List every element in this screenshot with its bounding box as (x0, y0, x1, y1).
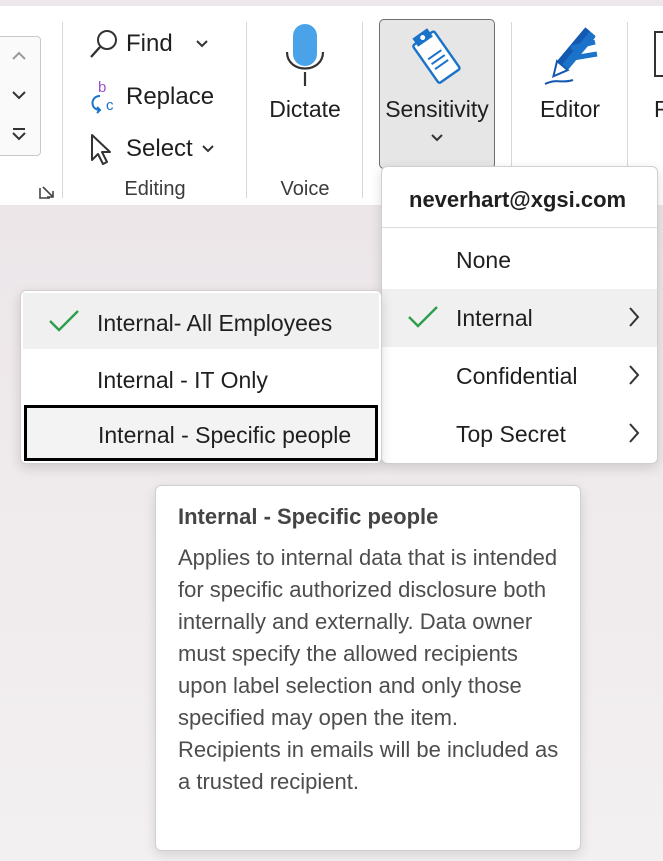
submenu-item-all-employees[interactable]: Internal- All Employees (23, 293, 379, 349)
chevron-up-icon (11, 51, 26, 60)
menu-item-label: Internal (456, 304, 533, 331)
sensitivity-button[interactable]: Sensitivity (379, 19, 495, 169)
cursor-arrow-icon (88, 132, 126, 166)
sensitivity-option-internal[interactable]: Internal (382, 289, 657, 347)
dictate-label: Dictate (269, 96, 341, 122)
sensitivity-option-confidential[interactable]: Confidential (382, 347, 657, 405)
voice-group-label: Voice (280, 178, 330, 200)
dictate-button[interactable]: Dictate (262, 22, 348, 123)
gallery-scroll-control (0, 36, 41, 156)
submenu-item-label: Internal - Specific people (98, 422, 352, 448)
checkmark-icon (408, 306, 438, 328)
find-button[interactable]: Find (88, 28, 209, 60)
editor-label: Editor (539, 96, 601, 122)
svg-text:b: b (98, 80, 106, 96)
internal-submenu: Internal- All Employees Internal - IT On… (20, 290, 382, 464)
sensitivity-label-icon (412, 28, 461, 84)
find-label: Find (126, 30, 173, 57)
sensitivity-label: Sensitivity (385, 96, 489, 122)
menu-item-label: Top Secret (456, 420, 566, 447)
chevron-right-icon (629, 307, 640, 327)
select-button[interactable]: Select (88, 132, 215, 166)
submenu-item-label: Internal - IT Only (97, 367, 268, 393)
menu-divider (382, 227, 657, 228)
next-button-cutoff[interactable]: R (645, 22, 663, 123)
chevron-down-icon (431, 134, 443, 142)
dialog-launcher-icon (39, 183, 55, 199)
scroll-down-button[interactable] (0, 76, 40, 114)
gallery-more-button[interactable] (0, 115, 40, 153)
tooltip-body: Applies to internal data that is intende… (178, 545, 559, 794)
editing-group-label: Editing (124, 178, 186, 200)
search-icon (88, 28, 126, 60)
checkmark-icon (49, 310, 79, 332)
microphone-icon (285, 24, 325, 86)
editor-button[interactable]: Editor (527, 22, 613, 123)
account-email: neverhart@xgsi.com (409, 187, 627, 212)
submenu-item-label: Internal- All Employees (97, 310, 333, 336)
sensitivity-option-none[interactable]: None (382, 231, 657, 289)
sensitivity-inner: Sensitivity (380, 24, 494, 143)
replace-button[interactable]: b c Replace (88, 80, 214, 114)
cut-off-label: R (654, 96, 663, 122)
replace-label: Replace (126, 83, 215, 110)
chevron-down-icon (195, 40, 208, 48)
dialog-launcher-button[interactable] (38, 182, 56, 205)
label-description-tooltip: Internal - Specific people Applies to in… (155, 485, 581, 851)
select-label: Select (126, 135, 193, 162)
submenu-item-it-only[interactable]: Internal - IT Only (23, 350, 379, 406)
sensitivity-option-top-secret[interactable]: Top Secret (382, 405, 657, 463)
submenu-item-specific-people[interactable]: Internal - Specific people (24, 405, 378, 461)
group-separator (62, 22, 63, 198)
document-icon (654, 31, 663, 77)
scroll-up-button[interactable] (0, 37, 40, 75)
menu-item-label: Confidential (456, 362, 578, 389)
chevron-right-icon (629, 423, 640, 443)
menu-item-label: None (456, 246, 511, 273)
group-separator (362, 22, 363, 198)
more-chevron-icon (11, 128, 26, 141)
svg-text:c: c (106, 97, 114, 114)
chevron-down-icon (201, 145, 214, 153)
chevron-right-icon (629, 365, 640, 385)
editor-pen-icon (544, 27, 598, 85)
sensitivity-menu: neverhart@xgsi.com None Internal Confide… (381, 166, 658, 464)
group-separator (246, 22, 247, 198)
chevron-down-icon (11, 91, 26, 100)
tooltip-title: Internal - Specific people (178, 504, 439, 529)
replace-icon: b c (88, 80, 126, 114)
